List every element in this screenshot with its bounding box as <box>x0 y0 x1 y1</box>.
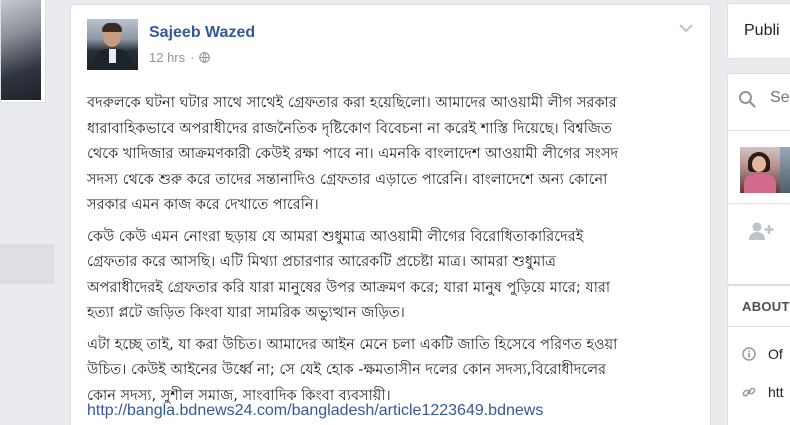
post-line: সদস্য থেকে শুরু করে তাদের সন্তানাদিও গ্র… <box>87 171 608 188</box>
about-row-link[interactable]: htt <box>742 384 784 400</box>
left-column <box>0 0 54 425</box>
left-nav-item[interactable] <box>0 244 54 284</box>
link-icon <box>742 387 756 397</box>
chevron-down-icon[interactable] <box>678 22 694 34</box>
side-panel <box>727 73 790 285</box>
profile-photo <box>1 0 41 100</box>
post-paragraph: বদরুলকে ঘটনা ঘটার সাথে সাথেই গ্রেফতার কর… <box>87 91 705 219</box>
post-paragraph: এটা হচ্ছে তাই, যা করা উচিত। আমাদের আইন ম… <box>87 333 705 410</box>
about-row-text: Of <box>768 346 783 362</box>
author-name[interactable]: Sajeeb Wazed <box>149 24 255 42</box>
about-box: ABOUT Of htt <box>727 285 790 425</box>
divider <box>728 326 790 327</box>
about-row-text: htt <box>768 384 784 400</box>
about-row-info[interactable]: Of <box>742 346 783 362</box>
post-line: অপরাধীদেরই গ্রেফতার করি যারা মানুষের উপর… <box>87 279 611 296</box>
post-line: উচিত। কেউই আইনের উর্ধ্বে না; সে যেই হোক … <box>87 362 607 378</box>
divider <box>728 203 790 204</box>
search-icon[interactable] <box>738 90 756 108</box>
friend-photo[interactable] <box>780 147 790 193</box>
post-line: হত্যা প্লটে জড়িত কিংবা যারা সামরিক অভ্য… <box>87 305 405 321</box>
post-line: এটা হচ্ছে তাই, যা করা উচিত। আমাদের আইন ম… <box>87 336 618 353</box>
right-column: Publi ABOUT Of <box>727 0 790 425</box>
search-input[interactable] <box>770 89 790 107</box>
post-meta: 12 hrs · <box>149 50 211 65</box>
post-line: ধারাবাহিকভাবে অপরাধীদের রাজনৈতিক দৃষ্টিক… <box>87 120 612 137</box>
add-friend-icon[interactable] <box>748 220 774 242</box>
meta-separator: · <box>190 50 195 65</box>
profile-thumbnail[interactable] <box>0 0 46 103</box>
post-timestamp[interactable]: 12 hrs <box>149 50 185 65</box>
about-header: ABOUT <box>742 299 790 314</box>
post-body: বদরুলকে ঘটনা ঘটার সাথে সাথেই গ্রেফতার কর… <box>87 91 705 415</box>
tab-public[interactable]: Publi <box>727 3 790 59</box>
divider <box>728 130 790 131</box>
post-line: গ্রেফতার করে আসছি। এটি মিথ্যা প্রচারণার … <box>87 254 556 270</box>
friend-photo[interactable] <box>740 147 780 193</box>
post-card: Sajeeb Wazed 12 hrs · বদরুলকে ঘটনা ঘটার … <box>70 4 711 425</box>
info-icon <box>742 347 756 361</box>
author-avatar[interactable] <box>87 19 138 70</box>
post-line: থেকে খাদিজার আক্রমণকারী কেউই রক্ষা পাবে … <box>87 146 619 162</box>
post-line: বদরুলকে ঘটনা ঘটার সাথে সাথেই গ্রেফতার কর… <box>87 95 617 111</box>
post-link[interactable]: http://bangla.bdnews24.com/bangladesh/ar… <box>87 402 543 420</box>
tab-label: Publi <box>744 22 780 39</box>
globe-icon[interactable] <box>199 52 211 63</box>
post-line: সরকার এমন কাজ করে দেখাতে পারেনি। <box>87 197 319 213</box>
post-paragraph: কেউ কেউ এমন নোংরা ছড়ায় যে আমরা শুধুমাত… <box>87 225 705 327</box>
post-line: কেউ কেউ এমন নোংরা ছড়ায় যে আমরা শুধুমাত… <box>87 228 584 245</box>
